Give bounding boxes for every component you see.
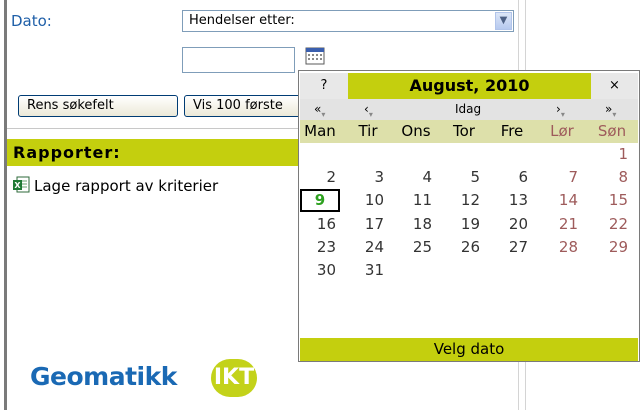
- show-results-button[interactable]: Vis 100 første: [184, 95, 304, 117]
- calendar-day[interactable]: 30: [300, 259, 340, 282]
- calendar-icon[interactable]: [305, 46, 325, 66]
- calendar-day[interactable]: 4: [396, 166, 436, 189]
- prev-year-button[interactable]: «▾: [314, 102, 325, 119]
- calendar-day[interactable]: 24: [348, 236, 388, 259]
- logo-badge: IKT: [211, 359, 257, 397]
- weekday-label: Ons: [401, 122, 431, 140]
- calendar-day[interactable]: 25: [396, 236, 436, 259]
- calendar-day[interactable]: 21: [542, 213, 582, 236]
- calendar-grid: 1 2 3 4 5 6 7 8 9 10 11 12 13 14 15 16 17 18 19 20 21 22 23 24 2…: [300, 143, 638, 333]
- date-input[interactable]: [182, 47, 295, 73]
- calendar-popup: ? August, 2010 × «▾ ‹▾ Idag ›▾ »▾ Man Ti…: [298, 70, 640, 362]
- calendar-day[interactable]: 6: [492, 166, 532, 189]
- calendar-day[interactable]: 7: [542, 166, 582, 189]
- calendar-day[interactable]: 11: [396, 189, 436, 212]
- next-year-button[interactable]: »▾: [605, 102, 616, 119]
- calendar-day[interactable]: 31: [348, 259, 388, 282]
- weekday-label: Søn: [597, 122, 627, 140]
- calendar-day[interactable]: 19: [444, 213, 484, 236]
- weekday-header: Man Tir Ons Tor Fre Lør Søn: [300, 120, 638, 143]
- logo-text: Geomatikk: [30, 362, 177, 391]
- calendar-day[interactable]: 26: [444, 236, 484, 259]
- weekday-label: Lør: [550, 122, 574, 140]
- calendar-day[interactable]: 27: [492, 236, 532, 259]
- date-label: Dato:: [11, 12, 52, 30]
- date-filter-value: Hendelser etter:: [189, 13, 295, 28]
- calendar-day[interactable]: 1: [592, 143, 632, 166]
- calendar-nav: «▾ ‹▾ Idag ›▾ »▾: [300, 99, 638, 120]
- calendar-day[interactable]: 16: [300, 213, 340, 236]
- calendar-day[interactable]: 10: [348, 189, 388, 212]
- left-border: [4, 0, 7, 410]
- calendar-day[interactable]: 5: [444, 166, 484, 189]
- calendar-day[interactable]: 23: [300, 236, 340, 259]
- calendar-day[interactable]: 12: [444, 189, 484, 212]
- calendar-day[interactable]: 15: [592, 189, 632, 212]
- calendar-day[interactable]: 18: [396, 213, 436, 236]
- calendar-help-button[interactable]: ?: [300, 73, 348, 99]
- calendar-day[interactable]: 8: [592, 166, 632, 189]
- create-report-link[interactable]: Lage rapport av kriterier: [34, 177, 218, 195]
- svg-text:X: X: [14, 181, 21, 190]
- calendar-day[interactable]: 2: [300, 166, 340, 189]
- calendar-day[interactable]: 14: [542, 189, 582, 212]
- chevron-down-icon[interactable]: ▼: [495, 12, 512, 30]
- prev-month-button[interactable]: ‹▾: [364, 102, 373, 119]
- calendar-day[interactable]: 28: [542, 236, 582, 259]
- next-month-button[interactable]: ›▾: [556, 102, 565, 119]
- date-filter-select[interactable]: Hendelser etter: ▼: [182, 10, 514, 32]
- clear-search-button[interactable]: Rens søkefelt: [18, 95, 178, 117]
- weekday-label: Tor: [453, 122, 475, 140]
- weekday-label: Fre: [500, 122, 524, 140]
- calendar-day[interactable]: 17: [348, 213, 388, 236]
- calendar-day[interactable]: 20: [492, 213, 532, 236]
- select-date-footer[interactable]: Velg dato: [300, 338, 638, 361]
- calendar-day[interactable]: 29: [592, 236, 632, 259]
- calendar-day[interactable]: 22: [592, 213, 632, 236]
- today-button[interactable]: Idag: [455, 102, 481, 116]
- weekday-label: Man: [304, 122, 336, 140]
- calendar-title: August, 2010: [348, 73, 591, 99]
- calendar-day[interactable]: 13: [492, 189, 532, 212]
- calendar-day[interactable]: 3: [348, 166, 388, 189]
- close-icon[interactable]: ×: [591, 73, 638, 99]
- weekday-label: Tir: [358, 122, 378, 140]
- calendar-header: ? August, 2010 ×: [300, 73, 638, 99]
- calendar-day-selected[interactable]: 9: [300, 189, 340, 213]
- excel-icon[interactable]: X: [12, 176, 30, 194]
